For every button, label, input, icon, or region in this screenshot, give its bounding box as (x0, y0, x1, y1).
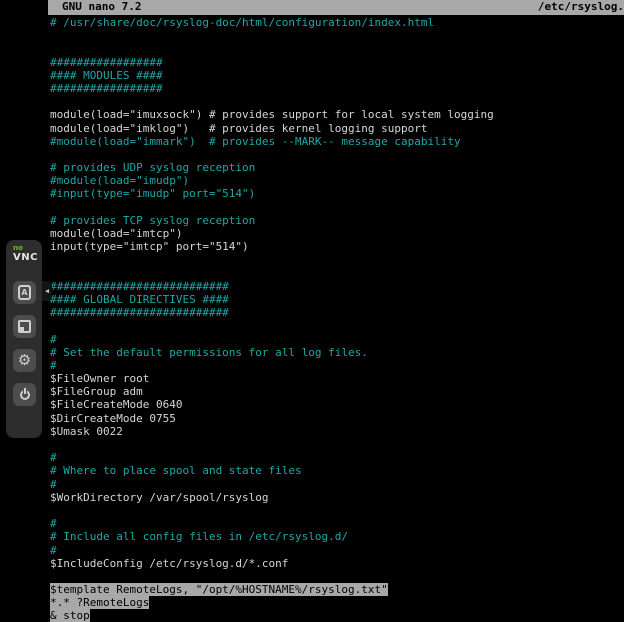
editor-line: #### GLOBAL DIRECTIVES #### (50, 293, 624, 306)
editor-line (50, 95, 624, 108)
novnc-logo-vnc: VNC (13, 253, 42, 263)
clipboard-button[interactable]: A (13, 281, 36, 304)
editor-line: # (50, 451, 624, 464)
editor-line: module(load="imklog") # provides kernel … (50, 122, 624, 135)
fullscreen-icon (18, 320, 31, 333)
editor-line: # (50, 333, 624, 346)
editor-line: & stop (50, 609, 624, 622)
clipboard-icon: A (18, 285, 31, 300)
editor-line (50, 504, 624, 517)
editor-line: $FileOwner root (50, 372, 624, 385)
power-icon (19, 388, 31, 401)
editor-line: # provides TCP syslog reception (50, 214, 624, 227)
editor-line: #### MODULES #### (50, 69, 624, 82)
editor-line: $DirCreateMode 0755 (50, 412, 624, 425)
editor-line: #input(type="imudp" port="514") (50, 187, 624, 200)
editor-content[interactable]: # /usr/share/doc/rsyslog-doc/html/config… (48, 15, 624, 622)
nano-version-label: GNU nano 7.2 (62, 0, 141, 15)
editor-line: ########################### (50, 306, 624, 319)
editor-line: # (50, 359, 624, 372)
editor-line: #module(load="immark") # provides --MARK… (50, 135, 624, 148)
editor-line: module(load="imtcp") (50, 227, 624, 240)
editor-line: # provides UDP syslog reception (50, 161, 624, 174)
settings-button[interactable]: ⚙ (13, 349, 36, 372)
nano-titlebar: GNU nano 7.2 /etc/rsyslog. (48, 0, 624, 15)
editor-line: $Umask 0022 (50, 425, 624, 438)
editor-line: # Where to place spool and state files (50, 464, 624, 477)
editor-line: # /usr/share/doc/rsyslog-doc/html/config… (50, 16, 624, 29)
novnc-logo-no: no (13, 245, 42, 252)
editor-line (50, 438, 624, 451)
editor-line (50, 267, 624, 280)
chevron-left-icon: ◀ (45, 287, 49, 295)
editor-line: $template RemoteLogs, "/opt/%HOSTNAME%/r… (50, 583, 624, 596)
gear-icon: ⚙ (18, 353, 31, 368)
power-button[interactable] (13, 383, 36, 406)
editor-line: module(load="imuxsock") # provides suppo… (50, 108, 624, 121)
fullscreen-button[interactable] (13, 315, 36, 338)
panel-collapse-handle[interactable]: ◀ (42, 281, 52, 301)
nano-filename: /etc/rsyslog. (538, 0, 624, 15)
desktop: GNU nano 7.2 /etc/rsyslog. # /usr/share/… (0, 0, 624, 622)
editor-line: # Set the default permissions for all lo… (50, 346, 624, 359)
editor-line (50, 148, 624, 161)
editor-line: ################# (50, 56, 624, 69)
editor-line (50, 253, 624, 266)
editor-line (50, 570, 624, 583)
editor-line (50, 201, 624, 214)
editor-line: $FileCreateMode 0640 (50, 398, 624, 411)
editor-line: #module(load="imudp") (50, 174, 624, 187)
editor-line: # Include all config files in /etc/rsysl… (50, 530, 624, 543)
novnc-control-bar: no VNC ◀ A ⚙ (6, 240, 42, 438)
nano-editor: GNU nano 7.2 /etc/rsyslog. # /usr/share/… (48, 0, 624, 622)
editor-line (50, 319, 624, 332)
editor-line: # (50, 478, 624, 491)
editor-line: ################# (50, 82, 624, 95)
editor-line: # (50, 517, 624, 530)
editor-line: *.* ?RemoteLogs (50, 596, 624, 609)
editor-line: input(type="imtcp" port="514") (50, 240, 624, 253)
editor-line: $WorkDirectory /var/spool/rsyslog (50, 491, 624, 504)
editor-line: $FileGroup adm (50, 385, 624, 398)
editor-line: ########################### (50, 280, 624, 293)
editor-line (50, 29, 624, 42)
editor-line: $IncludeConfig /etc/rsyslog.d/*.conf (50, 557, 624, 570)
editor-line (50, 42, 624, 55)
novnc-logo: no VNC (6, 240, 42, 263)
editor-line: # (50, 544, 624, 557)
